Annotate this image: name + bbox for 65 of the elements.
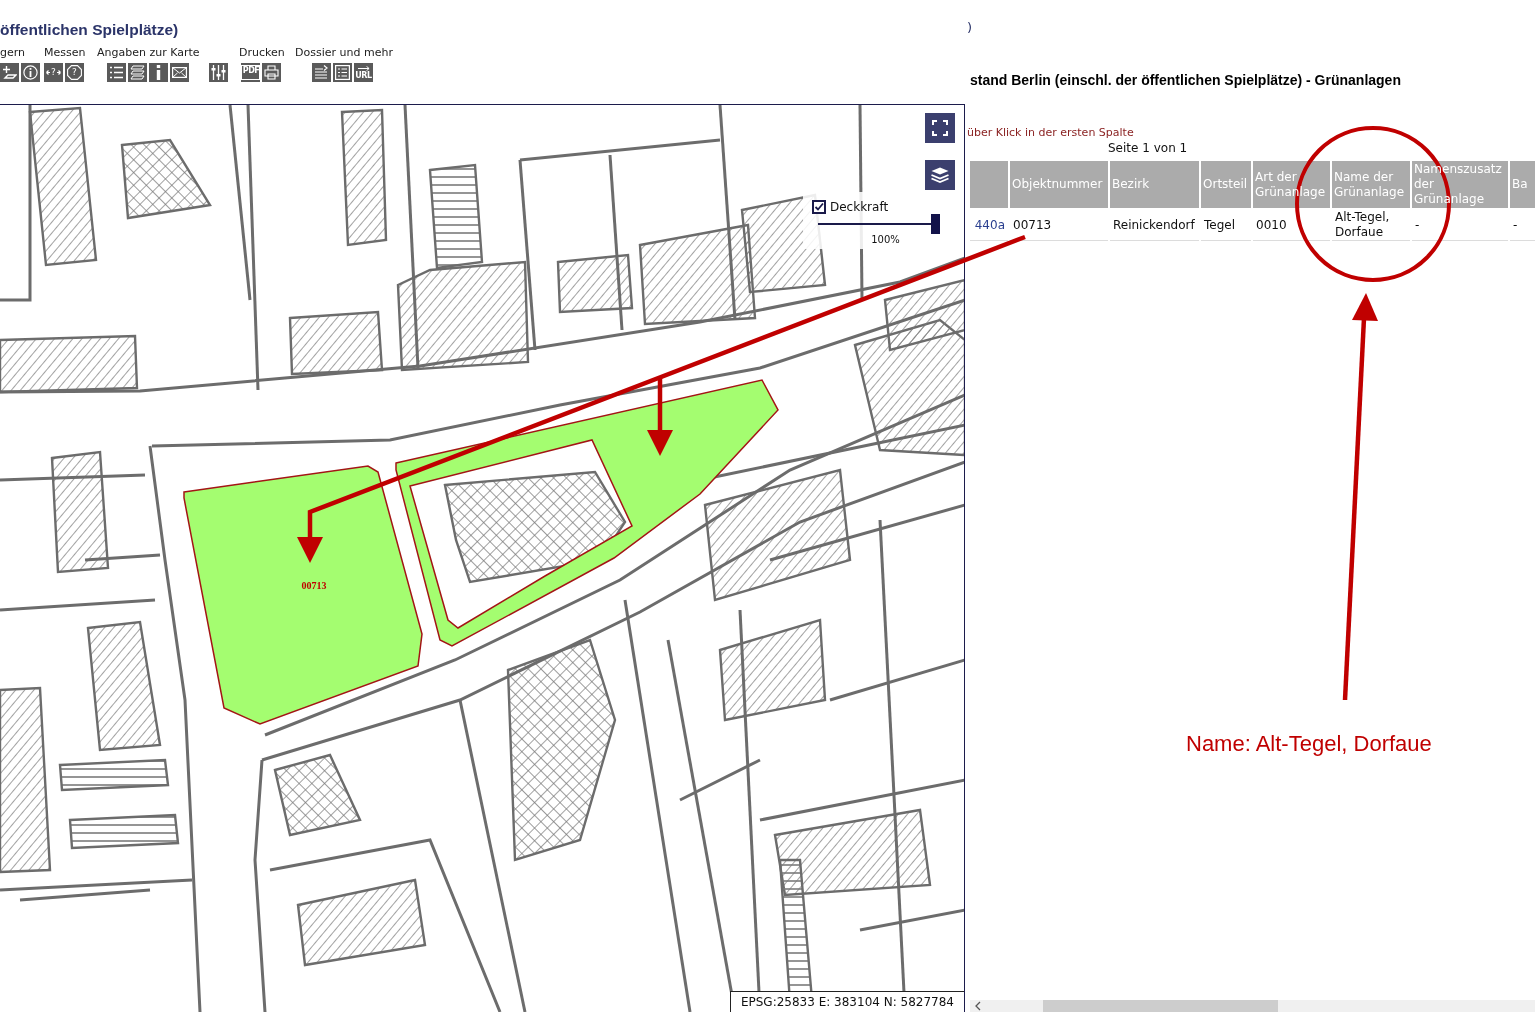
column-header[interactable]: Name der Grünanlage — [1332, 161, 1410, 208]
sliders-icon — [211, 65, 226, 80]
mail-button[interactable] — [170, 63, 189, 82]
object-link[interactable]: 440a — [974, 217, 1005, 232]
info-icon — [23, 65, 38, 80]
table-cell: - — [1510, 210, 1535, 241]
arrow-icon — [356, 65, 371, 71]
add-tool-button[interactable] — [0, 63, 19, 82]
fullscreen-button[interactable] — [925, 113, 955, 143]
table-cell: Alt-Tegel, Dorfaue — [1332, 210, 1410, 241]
layer-title: stand Berlin (einschl. der öffentlichen Spielplätze) - Grünanlagen — [969, 72, 1401, 88]
column-header[interactable]: Bezirk — [1110, 161, 1199, 208]
settings-button[interactable] — [209, 63, 228, 82]
envelope-icon — [172, 65, 187, 80]
toolbar-group-label: gern — [0, 46, 26, 60]
scroll-left-icon[interactable] — [975, 1001, 981, 1011]
column-header — [970, 161, 1008, 208]
layers-icon — [931, 167, 949, 183]
printer-icon — [264, 65, 279, 80]
list-icon — [109, 65, 124, 80]
feature-label: 00713 — [301, 580, 327, 591]
park-area[interactable] — [395, 379, 779, 647]
layers-button[interactable] — [128, 63, 147, 82]
details-button[interactable] — [149, 63, 168, 82]
report-button[interactable] — [333, 63, 352, 82]
opacity-checkbox[interactable] — [812, 200, 826, 214]
measure-distance-button[interactable]: ? — [44, 63, 63, 82]
print-button[interactable] — [262, 63, 281, 82]
title-fragment: ) — [966, 20, 973, 36]
opacity-value: 100% — [871, 234, 900, 246]
column-header[interactable]: Objektnummer — [1010, 161, 1108, 208]
slider-thumb[interactable] — [931, 214, 940, 234]
pdf-button[interactable]: PDF — [241, 63, 260, 82]
park-area[interactable] — [183, 465, 423, 725]
horizontal-scrollbar[interactable] — [970, 1000, 1535, 1012]
toolbar-group-label: Messen — [44, 46, 86, 60]
toolbar-group-label: Drucken — [239, 46, 285, 60]
toolbar-group-label: Dossier und mehr — [295, 46, 393, 60]
coordinates-readout: EPSG:25833 E: 383104 N: 5827784 — [729, 991, 964, 1012]
fullscreen-icon — [931, 120, 949, 136]
scrollbar-thumb[interactable] — [1043, 1000, 1278, 1012]
table-cell: 0010 — [1253, 210, 1330, 241]
page-title: öffentlichen Spielplätze) — [0, 21, 179, 39]
layers-icon — [130, 65, 145, 80]
column-header[interactable]: Ortsteil — [1201, 161, 1251, 208]
table-cell: - — [1412, 210, 1508, 241]
url-button[interactable]: URL — [354, 63, 373, 82]
column-header[interactable]: Ba — [1510, 161, 1535, 208]
annotation-label: Name: Alt-Tegel, Dorfaue — [1186, 730, 1432, 758]
table-cell: Tegel — [1201, 210, 1251, 241]
legend-button[interactable] — [107, 63, 126, 82]
measure-area-button[interactable]: ? — [65, 63, 84, 82]
table-cell: 00713 — [1010, 210, 1108, 241]
toolbar-group-label: Angaben zur Karte — [97, 46, 200, 60]
plus-icon — [2, 65, 17, 80]
opacity-label: Deckkraft — [830, 200, 889, 214]
hint-text: über Klick in der ersten Spalte — [966, 126, 1134, 140]
info-button[interactable] — [21, 63, 40, 82]
octagon-icon — [67, 65, 82, 80]
page-indicator: Seite 1 von 1 — [1108, 141, 1188, 156]
layers-button[interactable] — [925, 160, 955, 190]
table-cell: Reinickendorf — [1110, 210, 1199, 241]
list-box-icon — [335, 65, 350, 80]
lines-arrow-icon — [314, 65, 329, 80]
export-button[interactable] — [312, 63, 331, 82]
